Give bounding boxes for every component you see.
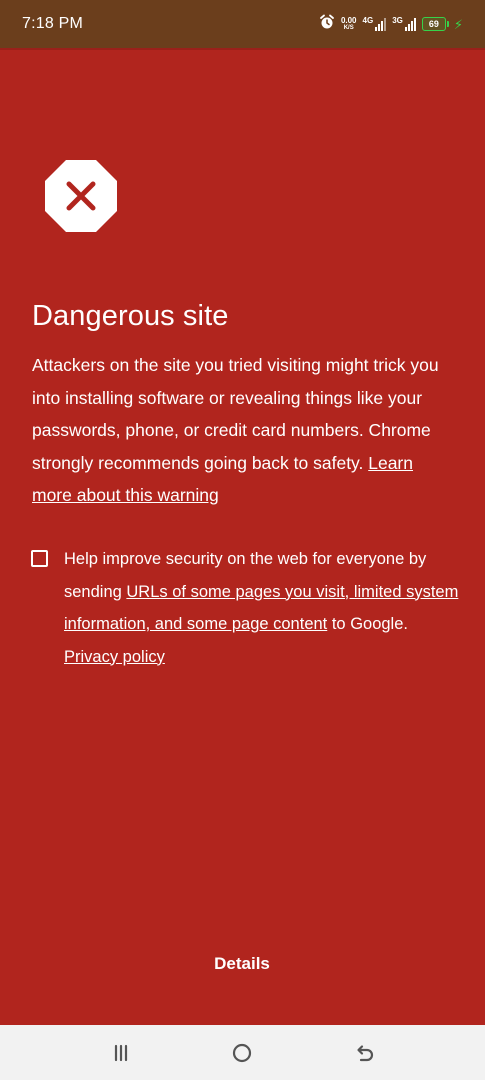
signal-4g-label: 4G — [362, 16, 374, 25]
battery-level: 69 — [428, 19, 439, 29]
signal-3g: 3G — [392, 17, 416, 31]
battery-icon: 69 — [421, 17, 449, 31]
alarm-clock-icon — [319, 14, 335, 35]
charging-bolt-icon: ⚡ — [453, 16, 463, 32]
privacy-policy-link[interactable]: Privacy policy — [64, 648, 165, 666]
details-button[interactable]: Details — [192, 948, 292, 980]
report-text-after: to Google. — [327, 615, 408, 633]
improve-security-checkbox[interactable] — [31, 550, 48, 567]
warning-description: Attackers on the site you tried visiting… — [32, 349, 452, 512]
page-title: Dangerous site — [32, 300, 229, 332]
home-circle-icon[interactable] — [228, 1039, 256, 1067]
status-bar: 7:18 PM 0.00 K/S 4G 3G 69 ⚡ — [0, 0, 485, 48]
improve-security-text: Help improve security on the web for eve… — [64, 543, 464, 673]
signal-3g-label: 3G — [392, 16, 403, 25]
stop-octagon-x-icon — [44, 159, 118, 233]
network-speed: 0.00 K/S — [340, 15, 357, 32]
network-speed-unit: K/S — [343, 24, 354, 31]
signal-bars-icon — [375, 17, 387, 31]
navigation-bar — [0, 1025, 485, 1080]
signal-bars-icon — [404, 17, 416, 31]
status-time: 7:18 PM — [22, 15, 83, 32]
signal-4g: 4G — [363, 17, 387, 31]
status-icons: 0.00 K/S 4G 3G 69 ⚡ — [319, 12, 463, 36]
menu-lines-icon[interactable] — [107, 1039, 135, 1067]
back-arrow-icon[interactable] — [350, 1039, 378, 1067]
network-speed-value: 0.00 — [340, 15, 357, 25]
